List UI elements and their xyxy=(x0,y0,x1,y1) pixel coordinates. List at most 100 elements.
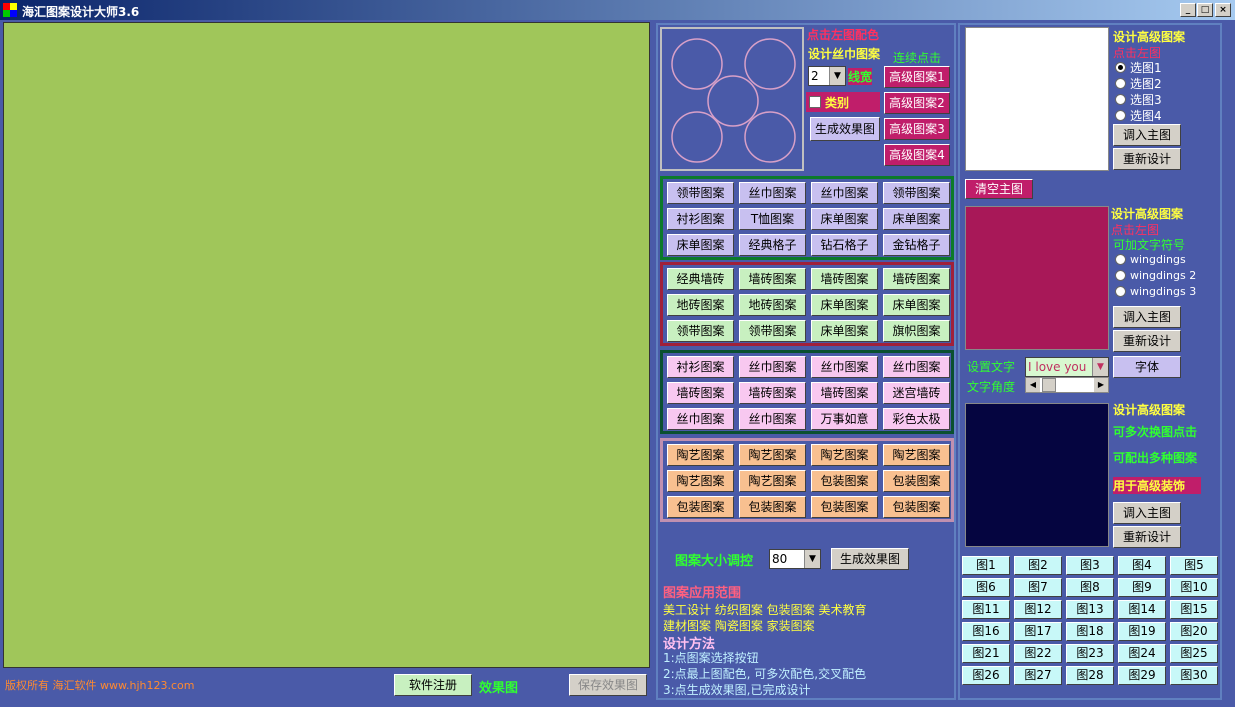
chevron-down-icon[interactable]: ▼ xyxy=(804,550,820,568)
thumbnail-button[interactable]: 图16 xyxy=(962,622,1010,641)
thumbnail-button[interactable]: 图13 xyxy=(1066,600,1114,619)
pattern-button[interactable]: 包装图案 xyxy=(739,496,806,518)
pattern-button[interactable]: 丝巾图案 xyxy=(739,408,806,430)
pattern-button[interactable]: 床单图案 xyxy=(811,320,878,342)
thumbnail-button[interactable]: 图4 xyxy=(1118,556,1166,575)
clear-main-button[interactable]: 清空主图 xyxy=(965,179,1033,199)
pattern-button[interactable]: 领带图案 xyxy=(883,182,950,204)
pattern-button[interactable]: 丝巾图案 xyxy=(883,356,950,378)
adv1-radio-option[interactable]: 选图2 xyxy=(1115,75,1162,92)
adv2-radio-option[interactable]: wingdings 3 xyxy=(1115,285,1196,298)
thumbnail-button[interactable]: 图6 xyxy=(962,578,1010,597)
minimize-button[interactable]: _ xyxy=(1180,3,1196,17)
pattern-button[interactable]: 金钻格子 xyxy=(883,234,950,256)
pattern-button[interactable]: 床单图案 xyxy=(811,208,878,230)
pattern-button[interactable]: 衬衫图案 xyxy=(667,356,734,378)
thumbnail-button[interactable]: 图2 xyxy=(1014,556,1062,575)
thumbnail-button[interactable]: 图21 xyxy=(962,644,1010,663)
pattern-button[interactable]: 万事如意 xyxy=(811,408,878,430)
pattern-button[interactable]: 丝巾图案 xyxy=(811,356,878,378)
thumbnail-button[interactable]: 图9 xyxy=(1118,578,1166,597)
close-button[interactable]: × xyxy=(1215,3,1231,17)
pattern-button[interactable]: 墙砖图案 xyxy=(667,382,734,404)
size-select[interactable]: 80 ▼ xyxy=(769,549,821,569)
radio-icon[interactable] xyxy=(1115,270,1126,281)
adv1-radio-option[interactable]: 选图1 xyxy=(1115,59,1162,76)
size-generate-button[interactable]: 生成效果图 xyxy=(831,548,909,570)
angle-scrollbar[interactable]: ◀ ▶ xyxy=(1025,377,1109,393)
pattern-button[interactable]: 彩色太极 xyxy=(883,408,950,430)
pattern-button[interactable]: T恤图案 xyxy=(739,208,806,230)
adv2-radio-option[interactable]: wingdings xyxy=(1115,253,1186,266)
font-button[interactable]: 字体 xyxy=(1113,356,1181,378)
arrow-left-icon[interactable]: ◀ xyxy=(1026,378,1040,392)
arrow-right-icon[interactable]: ▶ xyxy=(1094,378,1108,392)
adv1-load-button[interactable]: 调入主图 xyxy=(1113,124,1181,146)
radio-icon[interactable] xyxy=(1115,62,1126,73)
pattern-button[interactable]: 墙砖图案 xyxy=(811,382,878,404)
thumbnail-button[interactable]: 图24 xyxy=(1118,644,1166,663)
adv2-load-button[interactable]: 调入主图 xyxy=(1113,306,1181,328)
advanced-1-button[interactable]: 高级图案1 xyxy=(884,66,950,88)
radio-icon[interactable] xyxy=(1115,286,1126,297)
thumbnail-button[interactable]: 图26 xyxy=(962,666,1010,685)
thumbnail-button[interactable]: 图5 xyxy=(1170,556,1218,575)
advanced-2-preview[interactable] xyxy=(965,206,1109,350)
thumbnail-button[interactable]: 图25 xyxy=(1170,644,1218,663)
line-width-select[interactable]: 2 ▼ xyxy=(808,66,846,86)
thumbnail-button[interactable]: 图20 xyxy=(1170,622,1218,641)
maximize-button[interactable]: □ xyxy=(1197,3,1213,17)
pattern-button[interactable]: 丝巾图案 xyxy=(739,182,806,204)
adv1-radio-option[interactable]: 选图3 xyxy=(1115,91,1162,108)
scroll-thumb[interactable] xyxy=(1042,378,1056,392)
pattern-button[interactable]: 墙砖图案 xyxy=(883,268,950,290)
radio-icon[interactable] xyxy=(1115,254,1126,265)
pattern-button[interactable]: 床单图案 xyxy=(883,208,950,230)
generate-button[interactable]: 生成效果图 xyxy=(810,117,880,141)
pattern-button[interactable]: 陶艺图案 xyxy=(811,444,878,466)
pattern-button[interactable]: 丝巾图案 xyxy=(667,408,734,430)
pattern-button[interactable]: 经典墙砖 xyxy=(667,268,734,290)
radio-icon[interactable] xyxy=(1115,78,1126,89)
thumbnail-button[interactable]: 图22 xyxy=(1014,644,1062,663)
pattern-button[interactable]: 墙砖图案 xyxy=(811,268,878,290)
pattern-button[interactable]: 丝巾图案 xyxy=(739,356,806,378)
thumbnail-button[interactable]: 图7 xyxy=(1014,578,1062,597)
radio-icon[interactable] xyxy=(1115,94,1126,105)
thumbnail-button[interactable]: 图1 xyxy=(962,556,1010,575)
thumbnail-button[interactable]: 图14 xyxy=(1118,600,1166,619)
pattern-button[interactable]: 陶艺图案 xyxy=(739,444,806,466)
thumbnail-button[interactable]: 图29 xyxy=(1118,666,1166,685)
thumbnail-button[interactable]: 图30 xyxy=(1170,666,1218,685)
adv2-redesign-button[interactable]: 重新设计 xyxy=(1113,330,1181,352)
thumbnail-button[interactable]: 图27 xyxy=(1014,666,1062,685)
pattern-button[interactable]: 领带图案 xyxy=(667,320,734,342)
register-button[interactable]: 软件注册 xyxy=(394,674,472,696)
main-canvas[interactable] xyxy=(3,22,650,668)
pattern-button[interactable]: 床单图案 xyxy=(667,234,734,256)
category-checkbox[interactable] xyxy=(809,96,821,108)
radio-icon[interactable] xyxy=(1115,110,1126,121)
thumbnail-button[interactable]: 图28 xyxy=(1066,666,1114,685)
color-preview[interactable] xyxy=(660,27,804,171)
chevron-down-icon[interactable]: ▼ xyxy=(829,67,845,85)
pattern-button[interactable]: 床单图案 xyxy=(811,294,878,316)
pattern-button[interactable]: 地砖图案 xyxy=(739,294,806,316)
pattern-button[interactable]: 领带图案 xyxy=(667,182,734,204)
thumbnail-button[interactable]: 图8 xyxy=(1066,578,1114,597)
adv2-radio-option[interactable]: wingdings 2 xyxy=(1115,269,1196,282)
advanced-2-button[interactable]: 高级图案2 xyxy=(884,92,950,114)
pattern-button[interactable]: 钻石格子 xyxy=(811,234,878,256)
pattern-button[interactable]: 旗帜图案 xyxy=(883,320,950,342)
pattern-button[interactable]: 经典格子 xyxy=(739,234,806,256)
chevron-down-icon[interactable]: ▼ xyxy=(1092,358,1108,376)
advanced-1-preview[interactable] xyxy=(965,27,1109,171)
pattern-button[interactable]: 墙砖图案 xyxy=(739,268,806,290)
pattern-button[interactable]: 包装图案 xyxy=(667,496,734,518)
pattern-button[interactable]: 领带图案 xyxy=(739,320,806,342)
thumbnail-button[interactable]: 图12 xyxy=(1014,600,1062,619)
pattern-button[interactable]: 陶艺图案 xyxy=(883,444,950,466)
thumbnail-button[interactable]: 图23 xyxy=(1066,644,1114,663)
pattern-button[interactable]: 包装图案 xyxy=(883,470,950,492)
text-value-select[interactable]: I love you ▼ xyxy=(1025,357,1109,377)
